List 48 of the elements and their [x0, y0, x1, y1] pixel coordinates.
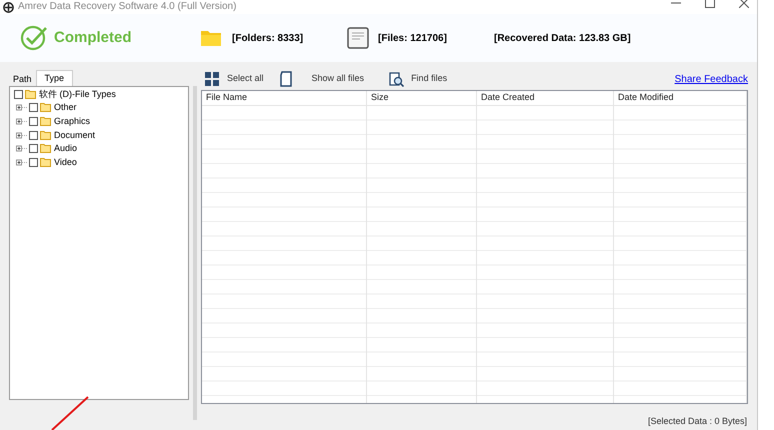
tree-item[interactable]: Video	[54, 158, 77, 168]
folder-icon	[40, 144, 51, 154]
folder-icon	[200, 28, 222, 48]
tree-item[interactable]: Document	[54, 130, 96, 140]
expand-icon[interactable]	[16, 130, 27, 140]
tree-item[interactable]: Audio	[54, 144, 78, 154]
app-logo-icon	[3, 2, 14, 12]
folder-icon	[40, 130, 51, 140]
folder-icon	[40, 117, 51, 126]
folder-icon	[25, 90, 36, 99]
tree-item[interactable]: Other	[54, 103, 77, 112]
check-circle-icon	[20, 25, 48, 51]
checkbox[interactable]	[14, 90, 23, 99]
checkbox[interactable]	[29, 130, 38, 140]
folder-icon	[40, 103, 51, 112]
status-text: Completed	[54, 28, 132, 48]
checkbox[interactable]	[29, 117, 38, 126]
share-feedback-link[interactable]: Share Feedback	[674, 72, 748, 86]
magnifier-icon	[388, 71, 404, 87]
tree-item[interactable]: Graphics	[54, 117, 90, 126]
toolbar-button[interactable]: Find files	[388, 71, 448, 87]
expand-icon[interactable]	[16, 103, 27, 112]
column-header[interactable]: Date Modified	[614, 91, 746, 106]
files-count: [Files: 121706]	[378, 32, 448, 46]
expand-icon[interactable]	[16, 158, 27, 168]
tab[interactable]: Type	[36, 70, 74, 86]
expand-icon[interactable]	[16, 117, 27, 126]
column-header[interactable]: Date Created	[477, 91, 613, 106]
page-icon	[278, 71, 294, 87]
grid-icon	[204, 71, 220, 87]
folders-count: [Folders: 8333]	[232, 32, 304, 46]
maximize-icon[interactable]	[705, 0, 715, 8]
window-title: Amrev Data Recovery Software 4.0 (Full Version)	[18, 2, 236, 12]
status-bar-text: [Selected Data : 0 Bytes]	[648, 416, 747, 427]
toolbar-button[interactable]: Select all	[204, 71, 264, 87]
toolbar-button[interactable]: Show all files	[278, 71, 364, 87]
folder-icon	[40, 158, 51, 168]
close-icon[interactable]	[739, 0, 749, 8]
annotation-line	[50, 395, 90, 430]
expand-icon[interactable]	[16, 144, 27, 154]
tree-item[interactable]: 软件 (D)-File Types	[39, 90, 116, 99]
column-header[interactable]: Size	[367, 91, 476, 106]
checkbox[interactable]	[29, 144, 38, 154]
checkbox[interactable]	[29, 103, 38, 112]
checkbox[interactable]	[29, 158, 38, 168]
column-header[interactable]: File Name	[202, 91, 366, 106]
recovered-data: [Recovered Data: 123.83 GB]	[494, 32, 631, 46]
document-icon	[347, 27, 369, 49]
